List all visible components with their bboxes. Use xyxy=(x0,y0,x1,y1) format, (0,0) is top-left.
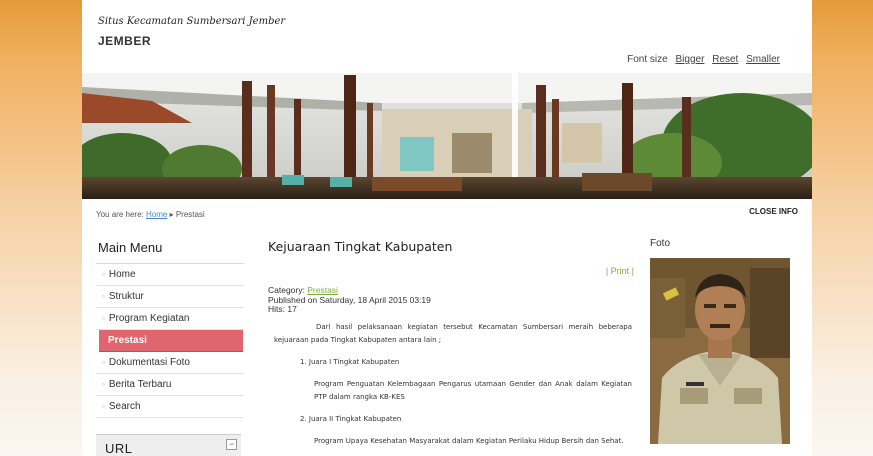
menu-item-dokumentasi-foto[interactable]: ▫ Dokumentasi Foto xyxy=(96,352,244,374)
font-reset-link[interactable]: Reset xyxy=(712,54,738,65)
menu-item-label: Struktur xyxy=(108,291,144,302)
bullet-icon: ▫ xyxy=(102,380,105,389)
menu-item-label: Search xyxy=(108,401,141,412)
menu-item-struktur[interactable]: ▫ Struktur xyxy=(96,286,244,308)
foto-module: Foto xyxy=(650,238,790,444)
menu-item-label: Berita Terbaru xyxy=(108,379,172,390)
font-smaller-link[interactable]: Smaller xyxy=(746,54,780,65)
bullet-icon: ▫ xyxy=(102,402,105,411)
article-title: Kejuaraan Tingkat Kabupaten xyxy=(268,239,453,254)
bullet-icon: ▫ xyxy=(102,270,105,279)
hits-count: Hits: 17 xyxy=(268,304,297,314)
site-slogan: Situs Kecamatan Sumbersari Jember xyxy=(98,16,286,27)
achievement-desc-1: Program Penguatan Kelembagaan Pengarus u… xyxy=(314,380,632,401)
category-label: Category: xyxy=(268,285,305,295)
article: Kejuaraan Tingkat Kabupaten | Print | Ca… xyxy=(268,238,634,445)
main-menu: Main Menu ▫ Home ▫ Struktur ▫ Program Kegia… xyxy=(96,238,244,418)
font-size-controls: Font size Bigger Reset Smaller xyxy=(627,54,780,65)
print-link[interactable]: | Print | xyxy=(606,266,634,276)
main-menu-list: ▫ Home ▫ Struktur ▫ Program Kegiatan Presta… xyxy=(96,264,244,418)
achievement-item-2: 2. Juara II Tingkat Kabupaten xyxy=(300,415,402,423)
breadcrumb-separator-icon: ▸ xyxy=(169,210,174,219)
bullet-icon: ▫ xyxy=(102,358,105,367)
menu-item-label: Dokumentasi Foto xyxy=(108,357,190,368)
achievement-item-1: 1. Juara I Tingkat Kabupaten xyxy=(300,358,400,366)
page-container: Situs Kecamatan Sumbersari Jember JEMBER… xyxy=(82,0,812,456)
foto-title: Foto xyxy=(650,238,671,249)
main-menu-title: Main Menu xyxy=(96,238,244,264)
collapse-icon[interactable]: − xyxy=(226,439,237,450)
menu-item-search[interactable]: ▫ Search xyxy=(96,396,244,418)
font-size-label: Font size xyxy=(627,54,668,65)
article-body: Dari hasil pelaksanaan kegiatan tersebut… xyxy=(274,321,632,448)
menu-item-label: Prestasi xyxy=(108,335,147,346)
menu-item-berita-terbaru[interactable]: ▫ Berita Terbaru xyxy=(96,374,244,396)
bullet-icon: ▫ xyxy=(102,292,105,301)
article-intro: Dari hasil pelaksanaan kegiatan tersebut… xyxy=(274,323,632,344)
font-bigger-link[interactable]: Bigger xyxy=(676,54,705,65)
official-portrait-photo xyxy=(650,258,790,444)
header-banner-image xyxy=(82,73,812,199)
breadcrumb-current: Prestasi xyxy=(175,210,205,219)
achievement-desc-2: Program Upaya Kesehatan Masyarakat dalam… xyxy=(314,437,624,445)
breadcrumb-prefix: You are here: xyxy=(96,210,144,219)
article-meta: Category: Prestasi Published on Saturday… xyxy=(268,285,431,315)
close-info-button[interactable]: CLOSE INFO xyxy=(749,207,798,216)
breadcrumb-home-link[interactable]: Home xyxy=(146,210,167,219)
bullet-icon: ▫ xyxy=(102,314,105,323)
url-module-title: URL xyxy=(105,441,133,456)
category-link[interactable]: Prestasi xyxy=(307,285,338,295)
menu-item-program-kegiatan[interactable]: ▫ Program Kegiatan xyxy=(96,308,244,330)
menu-item-label: Program Kegiatan xyxy=(108,313,190,324)
breadcrumb: You are here: Home ▸ Prestasi xyxy=(96,210,205,219)
menu-item-home[interactable]: ▫ Home xyxy=(96,264,244,286)
menu-item-label: Home xyxy=(108,269,136,280)
menu-item-prestasi[interactable]: Prestasi xyxy=(99,330,243,352)
site-name[interactable]: JEMBER xyxy=(98,34,151,48)
url-module: URL − xyxy=(96,434,241,456)
